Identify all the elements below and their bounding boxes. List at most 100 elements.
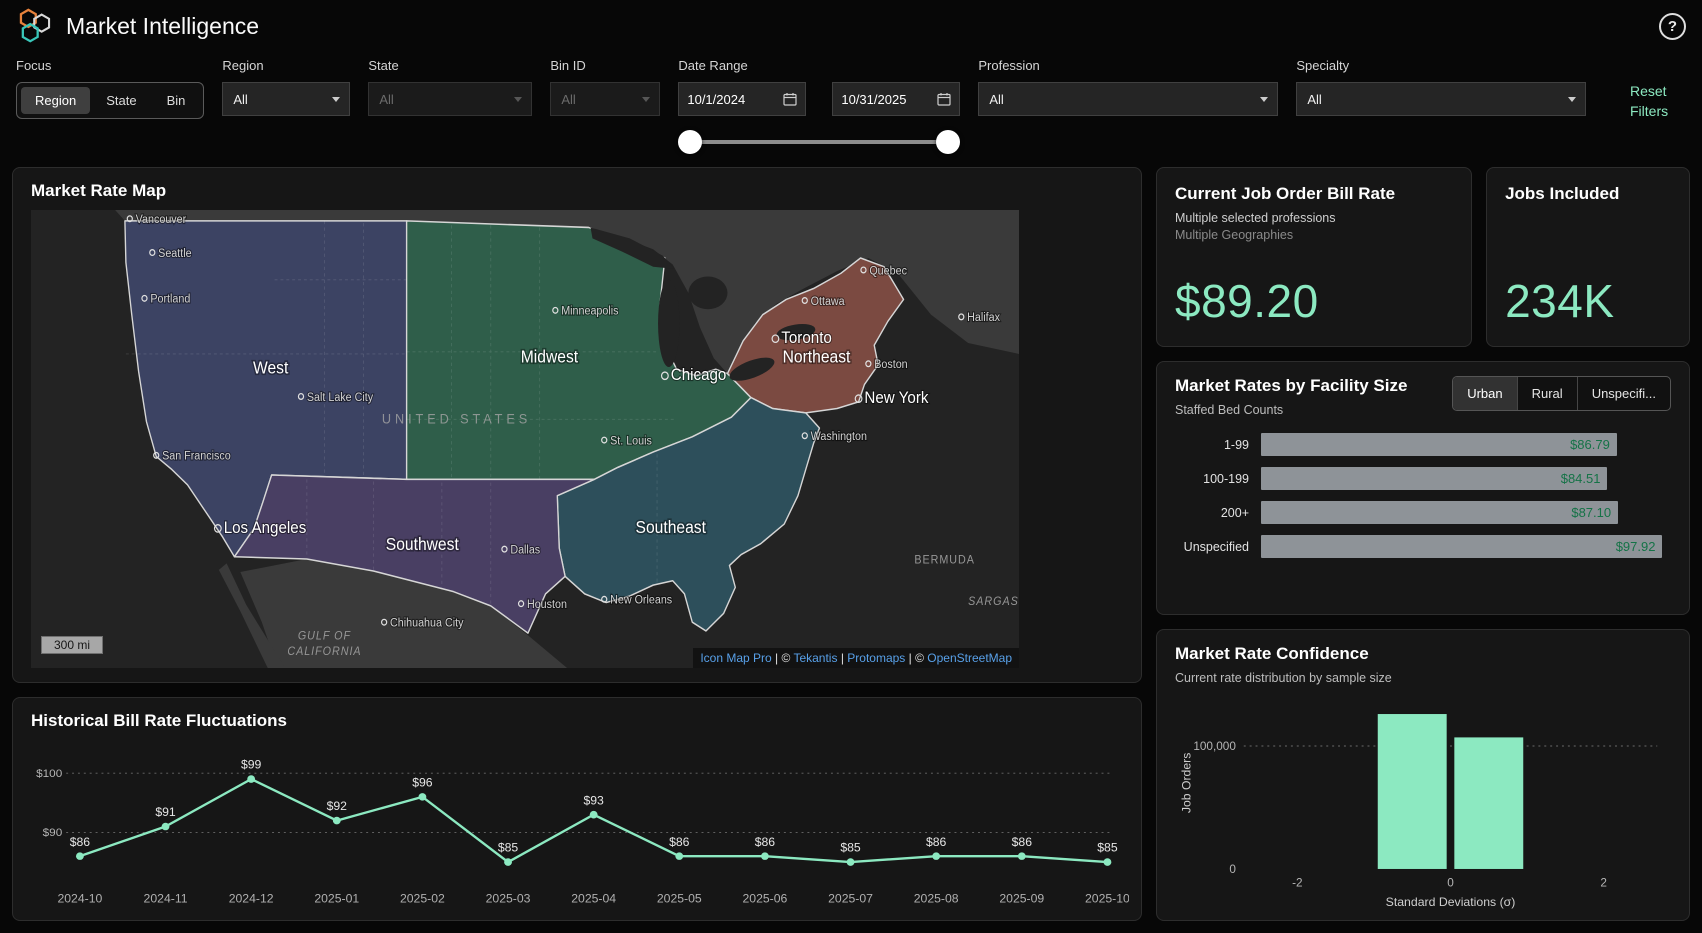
attribution-link[interactable]: OpenStreetMap <box>927 651 1012 665</box>
specialty-dropdown-value: All <box>1297 92 1559 107</box>
data-point-label: $86 <box>70 835 91 849</box>
bill-rate-card-subtitle: Multiple selected professions <box>1175 211 1453 225</box>
attribution-link[interactable]: Protomaps <box>847 651 905 665</box>
city-label: Chicago <box>671 365 727 384</box>
region-label-west: West <box>253 358 289 378</box>
facility-panel-title: Market Rates by Facility Size <box>1175 376 1407 396</box>
region-dropdown[interactable]: All <box>222 82 350 116</box>
historical-bill-rate-panel: Historical Bill Rate Fluctuations $90$10… <box>12 697 1142 921</box>
facility-bar[interactable]: $86.79 <box>1261 433 1617 456</box>
us-market-rate-map[interactable]: VancouverSeattlePortlandSalt Lake CitySa… <box>31 210 1019 668</box>
x-tick-label: 2024-11 <box>144 892 188 906</box>
attribution-separator: | © <box>905 651 927 665</box>
data-point[interactable] <box>675 852 683 860</box>
bin-id-filter-group: Bin ID All <box>550 58 660 116</box>
slider-track[interactable] <box>688 140 950 144</box>
reset-filters-button[interactable]: Reset Filters <box>1630 81 1686 122</box>
facility-tab-unspecifi[interactable]: Unspecifi... <box>1577 377 1670 410</box>
data-point-label: $96 <box>412 776 433 790</box>
facility-category-label: 200+ <box>1175 506 1261 520</box>
data-point-label: $85 <box>840 841 861 855</box>
data-point-label: $86 <box>1012 835 1033 849</box>
y-tick-label: $100 <box>36 768 62 780</box>
app-header: Market Intelligence ? <box>0 0 1702 48</box>
facility-category-label: 100-199 <box>1175 472 1261 486</box>
facility-row: 200+$87.10 <box>1175 501 1671 524</box>
city-label: Portland <box>150 293 190 306</box>
city-label: Ottawa <box>811 295 846 308</box>
city-label: St. Louis <box>610 435 652 448</box>
date-end-input[interactable]: 10/31/2025 <box>832 82 960 116</box>
specialty-dropdown[interactable]: All <box>1296 82 1586 116</box>
x-axis-title: Standard Deviations (σ) <box>1386 895 1516 909</box>
focus-toggle: RegionStateBin <box>16 82 204 119</box>
facility-row: 1-99$86.79 <box>1175 433 1671 456</box>
specialty-label: Specialty <box>1296 58 1586 73</box>
chevron-down-icon <box>505 83 531 115</box>
calendar-icon <box>783 92 797 106</box>
state-dropdown[interactable]: All <box>368 82 532 116</box>
x-tick-label: 2025-08 <box>914 892 959 906</box>
city-label: Toronto <box>781 328 832 347</box>
facility-size-panel: Market Rates by Facility Size Staffed Be… <box>1156 361 1690 615</box>
data-point[interactable] <box>504 858 512 866</box>
facility-bar-track: $84.51 <box>1261 467 1671 490</box>
help-icon[interactable]: ? <box>1659 13 1686 40</box>
data-point[interactable] <box>590 811 598 819</box>
city-label: Halifax <box>967 312 1000 325</box>
data-point[interactable] <box>76 852 84 860</box>
jobs-included-value: 234K <box>1505 274 1671 330</box>
data-point[interactable] <box>1018 852 1026 860</box>
x-tick-label: 2025-10 <box>1085 892 1129 906</box>
map-panel-title: Market Rate Map <box>13 168 1141 210</box>
focus-option-state[interactable]: State <box>92 87 150 114</box>
date-range-slider[interactable] <box>678 129 960 155</box>
facility-bar[interactable]: $87.10 <box>1261 501 1618 524</box>
data-point[interactable] <box>333 817 341 825</box>
data-point[interactable] <box>247 775 255 783</box>
jobs-included-card: Jobs Included 234K <box>1486 167 1690 347</box>
bin-id-dropdown-value: All <box>551 92 633 107</box>
attribution-link[interactable]: Icon Map Pro <box>700 651 771 665</box>
data-point[interactable] <box>1104 858 1112 866</box>
slider-handle-start[interactable] <box>678 130 702 154</box>
date-start-input[interactable]: 10/1/2024 <box>678 82 806 116</box>
x-tick-label: 2025-01 <box>314 892 359 906</box>
region-label-midwest: Midwest <box>521 347 579 367</box>
data-point[interactable] <box>932 852 940 860</box>
facility-bar[interactable]: $84.51 <box>1261 467 1607 490</box>
bin-id-dropdown[interactable]: All <box>550 82 660 116</box>
bermuda-label: BERMUDA <box>914 554 975 567</box>
attribution-link[interactable]: Tekantis <box>793 651 837 665</box>
confidence-bar[interactable] <box>1378 714 1447 869</box>
facility-tab-urban[interactable]: Urban <box>1453 377 1516 410</box>
facility-bar-track: $97.92 <box>1261 535 1671 558</box>
data-point[interactable] <box>761 852 769 860</box>
city-label: Houston <box>527 599 567 612</box>
confidence-bar[interactable] <box>1454 737 1523 869</box>
x-tick-label: 2 <box>1600 877 1607 890</box>
x-tick-label: 2025-09 <box>999 892 1044 906</box>
profession-dropdown[interactable]: All <box>978 82 1278 116</box>
gulf-of-california-label: CALIFORNIA <box>287 645 361 658</box>
x-tick-label: 2024-10 <box>57 892 102 906</box>
focus-option-bin[interactable]: Bin <box>153 87 200 114</box>
data-point[interactable] <box>418 793 426 801</box>
slider-handle-end[interactable] <box>936 130 960 154</box>
region-label-northeast: Northeast <box>783 347 851 367</box>
city-label: New York <box>864 388 929 407</box>
bill-rate-line <box>80 779 1108 862</box>
facility-tab-rural[interactable]: Rural <box>1517 377 1577 410</box>
data-point[interactable] <box>847 858 855 866</box>
data-point-label: $93 <box>583 793 604 807</box>
historical-panel-title: Historical Bill Rate Fluctuations <box>13 698 1141 740</box>
facility-bar-chart: 1-99$86.79100-199$84.51200+$87.10Unspeci… <box>1175 433 1671 558</box>
attribution-separator: | <box>837 651 847 665</box>
data-point[interactable] <box>162 823 170 831</box>
state-dropdown-value: All <box>369 92 505 107</box>
facility-bar[interactable]: $97.92 <box>1261 535 1662 558</box>
focus-option-region[interactable]: Region <box>21 87 90 114</box>
x-tick-label: 2024-12 <box>229 892 274 906</box>
data-point-label: $86 <box>926 835 947 849</box>
bill-rate-card: Current Job Order Bill Rate Multiple sel… <box>1156 167 1472 347</box>
